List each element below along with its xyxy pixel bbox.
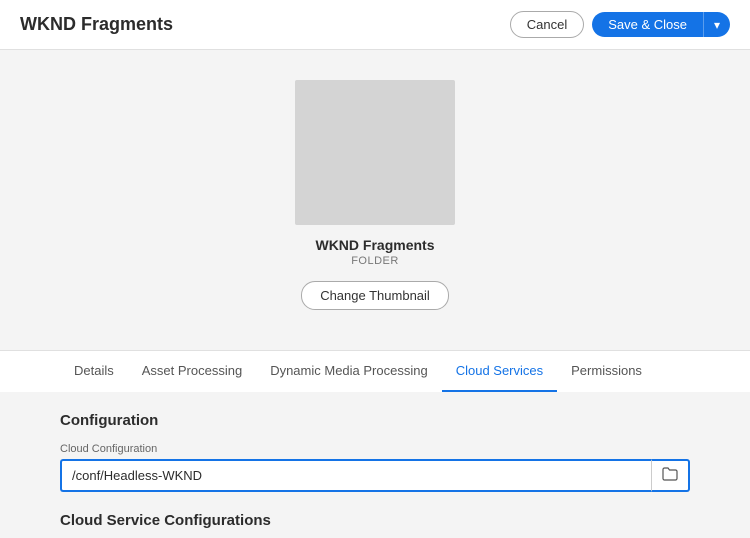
tab-details[interactable]: Details: [60, 351, 128, 392]
header: WKND Fragments Cancel Save & Close ▾: [0, 0, 750, 50]
cancel-button[interactable]: Cancel: [510, 11, 584, 38]
folder-name: WKND Fragments: [315, 237, 434, 253]
save-close-button[interactable]: Save & Close: [592, 12, 703, 37]
tab-asset-processing[interactable]: Asset Processing: [128, 351, 256, 392]
save-dropdown-button[interactable]: ▾: [703, 12, 730, 37]
tabs: Details Asset Processing Dynamic Media P…: [0, 351, 750, 392]
save-group: Save & Close ▾: [592, 12, 730, 37]
cloud-config-input[interactable]: [60, 459, 651, 492]
thumbnail-image: [295, 80, 455, 225]
header-actions: Cancel Save & Close ▾: [510, 11, 730, 38]
tab-permissions[interactable]: Permissions: [557, 351, 656, 392]
page-title: WKND Fragments: [20, 14, 173, 35]
tab-cloud-services[interactable]: Cloud Services: [442, 351, 557, 392]
change-thumbnail-button[interactable]: Change Thumbnail: [301, 281, 449, 310]
thumbnail-section: WKND Fragments FOLDER Change Thumbnail: [295, 80, 455, 310]
chevron-down-icon: ▾: [714, 18, 720, 32]
main-content: WKND Fragments FOLDER Change Thumbnail D…: [0, 50, 750, 538]
cloud-services-panel: Configuration Cloud Configuration Cloud …: [0, 392, 750, 538]
cloud-service-config-title: Cloud Service Configurations: [60, 512, 690, 529]
configuration-title: Configuration: [60, 412, 690, 429]
folder-type: FOLDER: [351, 255, 399, 267]
tabs-container: Details Asset Processing Dynamic Media P…: [0, 350, 750, 538]
folder-browse-button[interactable]: [651, 459, 690, 492]
cloud-config-label: Cloud Configuration: [60, 443, 690, 455]
cloud-config-input-row: [60, 459, 690, 492]
folder-icon: [662, 467, 678, 484]
tab-dynamic-media[interactable]: Dynamic Media Processing: [256, 351, 442, 392]
